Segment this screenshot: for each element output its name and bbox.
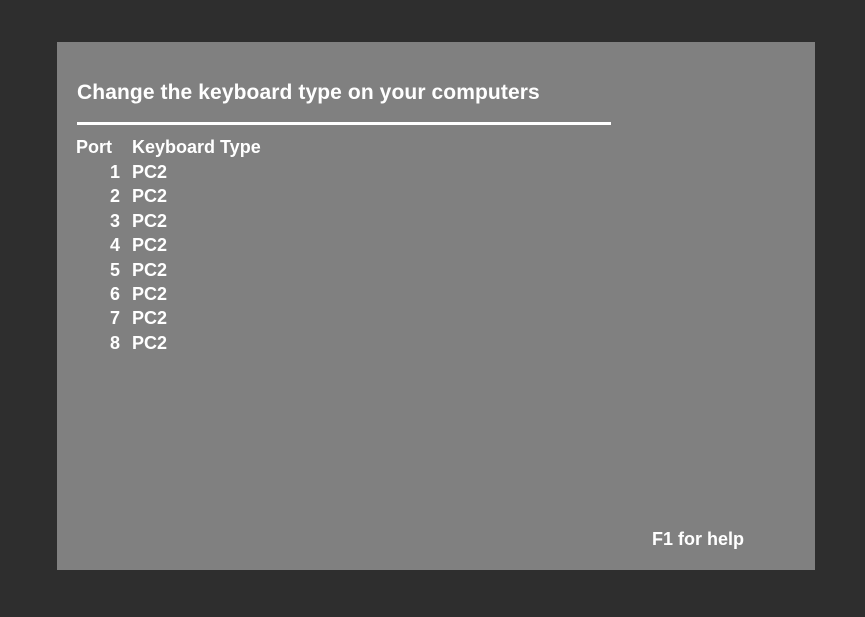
monitor-frame: Change the keyboard type on your compute… — [0, 0, 865, 617]
table-header: Port Keyboard Type — [76, 137, 261, 158]
keyboard-type-table: 1 PC2 2 PC2 3 PC2 4 PC2 5 PC2 6 PC2 7 PC2 8 PC2 — [76, 160, 167, 355]
port-number: 4 — [109, 235, 120, 256]
table-row[interactable]: 8 PC2 — [76, 331, 167, 355]
keyboard-type-value[interactable]: PC2 — [132, 331, 167, 355]
keyboard-type-value[interactable]: PC2 — [132, 306, 167, 330]
keyboard-type-value[interactable]: PC2 — [132, 184, 167, 208]
table-row[interactable]: 1 PC2 — [76, 160, 167, 184]
port-number: 6 — [109, 283, 120, 304]
table-row[interactable]: 4 PC2 — [76, 233, 167, 257]
port-number: 2 — [109, 186, 120, 207]
port-number: 1 — [109, 162, 120, 182]
keyboard-type-value[interactable]: PC2 — [132, 233, 167, 257]
port-number: 5 — [109, 259, 120, 280]
table-row[interactable]: 3 PC2 — [76, 209, 167, 233]
table-row[interactable]: 7 PC2 — [76, 306, 167, 330]
keyboard-type-value[interactable]: PC2 — [132, 209, 167, 233]
table-row[interactable]: 6 PC2 — [76, 282, 167, 306]
column-header-port: Port — [76, 137, 112, 157]
keyboard-type-value[interactable]: PC2 — [132, 282, 167, 306]
help-hint: F1 for help — [652, 529, 745, 549]
column-header-keyboard-type: Keyboard Type — [132, 137, 261, 157]
page-title: Change the keyboard type on your compute… — [77, 81, 540, 104]
title-divider — [77, 122, 611, 125]
table-row[interactable]: 5 PC2 — [76, 258, 167, 282]
keyboard-type-value[interactable]: PC2 — [132, 258, 167, 282]
port-number: 8 — [109, 332, 120, 353]
table-row[interactable]: 2 PC2 — [76, 184, 167, 208]
keyboard-type-value[interactable]: PC2 — [132, 160, 167, 184]
port-number: 7 — [109, 308, 120, 329]
osd-panel: Change the keyboard type on your compute… — [57, 42, 815, 570]
port-number: 3 — [109, 210, 120, 231]
